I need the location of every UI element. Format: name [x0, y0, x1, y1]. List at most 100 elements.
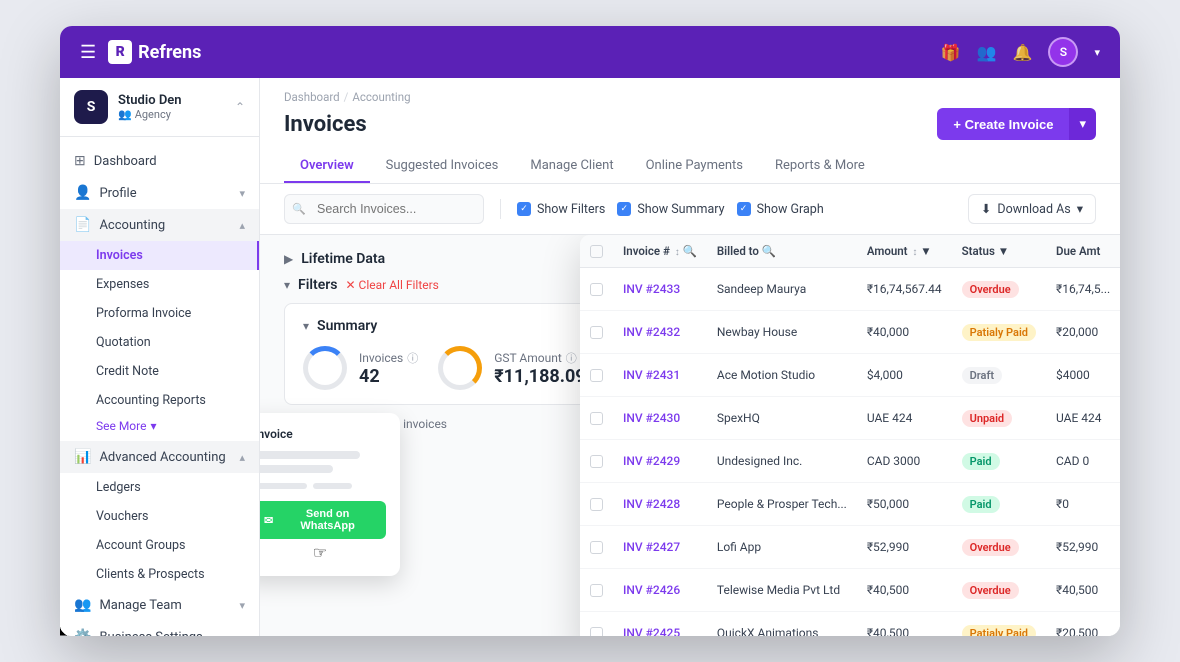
download-button[interactable]: ⬇ Download As ▾ — [968, 194, 1096, 224]
team-icon[interactable]: 👥 — [977, 43, 997, 62]
sidebar-subitem-account-groups[interactable]: Account Groups — [60, 531, 259, 560]
sidebar-item-business-settings[interactable]: ⚙️ Business Settings — [60, 621, 259, 636]
sidebar-subitem-vouchers[interactable]: Vouchers — [60, 502, 259, 531]
avatar[interactable]: S — [1048, 37, 1078, 67]
show-filters-checkbox[interactable]: ✓ — [517, 202, 531, 216]
billed-to-cell: People & Prosper Tech... — [707, 483, 857, 526]
table-row: INV #2426 Telewise Media Pvt Ltd ₹40,500… — [580, 569, 1120, 612]
select-all-checkbox[interactable] — [590, 245, 603, 258]
status-badge: Unpaid — [962, 410, 1013, 427]
invoices-count: 42 — [359, 366, 418, 387]
show-graph-toggle[interactable]: ✓ Show Graph — [737, 202, 824, 217]
app-name: Refrens — [138, 42, 201, 63]
lifetime-chevron-icon: ▶ — [284, 252, 293, 266]
sidebar-item-accounting[interactable]: 📄 Accounting ▴ — [60, 209, 259, 241]
sidebar-item-manage-team[interactable]: 👥 Manage Team ▾ — [60, 589, 259, 621]
sidebar-item-advanced-accounting[interactable]: 📊 Advanced Accounting ▴ — [60, 441, 259, 473]
filter-col-icon: ▼ — [920, 244, 931, 258]
dashboard-icon: ⊞ — [74, 153, 86, 169]
sidebar-item-label: Business Settings — [99, 630, 245, 637]
row-checkbox-cell[interactable] — [580, 268, 613, 311]
hamburger-icon[interactable]: ☰ — [80, 42, 96, 63]
card-line-4 — [313, 483, 353, 489]
status-badge: Overdue — [962, 582, 1019, 599]
search-input[interactable] — [284, 194, 484, 224]
show-graph-label: Show Graph — [757, 202, 824, 217]
row-checkbox-cell[interactable] — [580, 569, 613, 612]
sort-icon: ↕ — [675, 247, 680, 258]
show-summary-checkbox[interactable]: ✓ — [617, 202, 631, 216]
status-cell: Patialy Paid — [952, 612, 1046, 637]
whatsapp-button[interactable]: ✉ Send on WhatsApp — [260, 501, 386, 539]
create-invoice-dropdown-button[interactable]: ▾ — [1069, 108, 1096, 140]
settings-icon: ⚙️ — [74, 629, 91, 636]
sidebar-item-dashboard[interactable]: ⊞ Dashboard — [60, 145, 259, 177]
row-checkbox[interactable] — [590, 541, 603, 554]
show-graph-checkbox[interactable]: ✓ — [737, 202, 751, 216]
row-checkbox[interactable] — [590, 498, 603, 511]
row-checkbox[interactable] — [590, 627, 603, 637]
row-checkbox[interactable] — [590, 412, 603, 425]
breadcrumb-dashboard[interactable]: Dashboard — [284, 90, 340, 104]
show-filters-toggle[interactable]: ✓ Show Filters — [517, 202, 605, 217]
create-invoice-button[interactable]: + Create Invoice — [937, 108, 1069, 140]
invoice-num-cell: INV #2427 — [613, 526, 707, 569]
tab-suggested-invoices[interactable]: Suggested Invoices — [370, 150, 515, 183]
sidebar-subitem-invoices[interactable]: Invoices — [60, 241, 259, 270]
row-checkbox-cell[interactable] — [580, 440, 613, 483]
row-checkbox[interactable] — [590, 326, 603, 339]
sidebar-subitem-ledgers[interactable]: Ledgers — [60, 473, 259, 502]
tab-manage-client[interactable]: Manage Client — [514, 150, 629, 183]
filter-bar: ✓ Show Filters ✓ Show Summary ✓ Show Gra… — [260, 184, 1120, 235]
invoice-table: Invoice # ↕ 🔍 Billed to 🔍 Amount ↕ ▼ Sta… — [580, 235, 1120, 636]
see-more-button[interactable]: See More ▾ — [60, 415, 259, 441]
row-checkbox-cell[interactable] — [580, 354, 613, 397]
logo[interactable]: R Refrens — [108, 40, 201, 64]
table-wrap[interactable]: Invoice # ↕ 🔍 Billed to 🔍 Amount ↕ ▼ Sta… — [580, 235, 1120, 636]
row-checkbox-cell[interactable] — [580, 311, 613, 354]
amount-cell: UAE 424 — [857, 397, 952, 440]
select-all-header[interactable] — [580, 235, 613, 268]
filters-title: Filters — [298, 277, 337, 293]
show-summary-toggle[interactable]: ✓ Show Summary — [617, 202, 724, 217]
accounting-icon: 📄 — [74, 217, 91, 233]
tab-reports-more[interactable]: Reports & More — [759, 150, 881, 183]
breadcrumb-accounting[interactable]: Accounting — [352, 90, 410, 104]
due-amount-cell: $4000 — [1046, 354, 1120, 397]
avatar-chevron-icon[interactable]: ▾ — [1094, 46, 1100, 59]
sidebar-subitem-expenses[interactable]: Expenses — [60, 270, 259, 299]
status-badge: Overdue — [962, 539, 1019, 556]
row-checkbox[interactable] — [590, 283, 603, 296]
sidebar-subitem-credit-note[interactable]: Credit Note — [60, 357, 259, 386]
sidebar-subitem-proforma[interactable]: Proforma Invoice — [60, 299, 259, 328]
manage-team-icon: 👥 — [74, 597, 91, 613]
clear-filters-button[interactable]: ✕ Clear All Filters — [345, 278, 438, 292]
bell-icon[interactable]: 🔔 — [1013, 43, 1033, 62]
table-row: INV #2427 Lofi App ₹52,990 Overdue ₹52,9… — [580, 526, 1120, 569]
billed-to-cell: Sandeep Maurya — [707, 268, 857, 311]
table-row: INV #2425 QuickX Animations ₹40,500 Pati… — [580, 612, 1120, 637]
status-cell: Paid — [952, 440, 1046, 483]
row-checkbox-cell[interactable] — [580, 397, 613, 440]
status-cell: Overdue — [952, 569, 1046, 612]
row-checkbox-cell[interactable] — [580, 526, 613, 569]
row-checkbox[interactable] — [590, 369, 603, 382]
workspace-header[interactable]: S Studio Den 👥 Agency ⌃ — [60, 78, 259, 137]
row-checkbox-cell[interactable] — [580, 483, 613, 526]
sidebar-item-profile[interactable]: 👤 Profile ▾ — [60, 177, 259, 209]
tab-overview[interactable]: Overview — [284, 150, 370, 183]
sidebar-subitem-accounting-reports[interactable]: Accounting Reports — [60, 386, 259, 415]
status-cell: Overdue — [952, 526, 1046, 569]
row-checkbox[interactable] — [590, 584, 603, 597]
amount-cell: ₹16,74,567.44 — [857, 268, 952, 311]
tab-online-payments[interactable]: Online Payments — [630, 150, 759, 183]
row-checkbox[interactable] — [590, 455, 603, 468]
content-area: Dashboard / Accounting Invoices + Create… — [260, 78, 1120, 636]
amount-cell: ₹52,990 — [857, 526, 952, 569]
gift-icon[interactable]: 🎁 — [941, 43, 961, 62]
due-amount-cell: ₹52,990 — [1046, 526, 1120, 569]
sidebar-subitem-quotation[interactable]: Quotation — [60, 328, 259, 357]
row-checkbox-cell[interactable] — [580, 612, 613, 637]
due-amount-cell: ₹20,500 — [1046, 612, 1120, 637]
sidebar-subitem-clients-prospects[interactable]: Clients & Prospects — [60, 560, 259, 589]
